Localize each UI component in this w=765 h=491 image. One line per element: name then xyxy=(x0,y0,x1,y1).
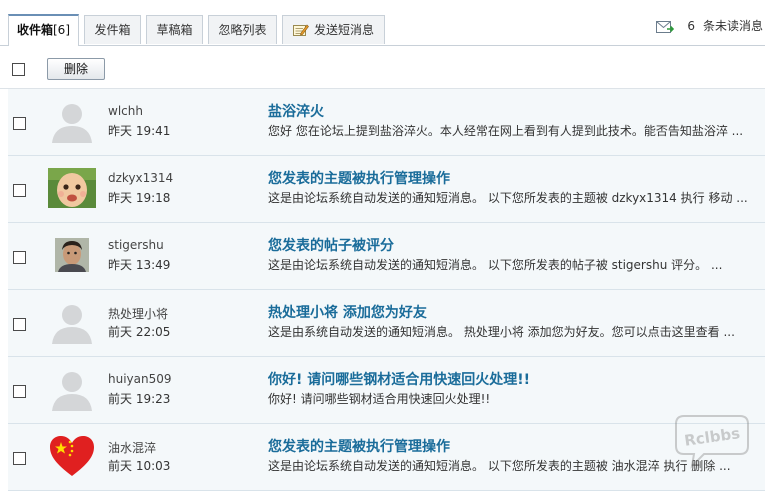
message-preview: 这是由系统自动发送的通知短消息。 热处理小将 添加您为好友。您可以点击这里查看 … xyxy=(268,325,735,339)
person-photo-avatar[interactable] xyxy=(48,233,96,277)
message-subject[interactable]: 您发表的帖子被评分 xyxy=(268,235,394,255)
message-checkbox[interactable] xyxy=(13,184,26,197)
message-checkbox[interactable] xyxy=(13,117,26,130)
tab-inbox-count: [6] xyxy=(53,23,70,37)
tab-drafts[interactable]: 草稿箱 xyxy=(146,15,203,44)
message-subject[interactable]: 你好! 请问哪些钢材适合用快速回火处理!! xyxy=(268,369,530,389)
envelope-icon xyxy=(656,20,675,33)
default-user-icon xyxy=(52,372,92,411)
message-subject[interactable]: 盐浴淬火 xyxy=(268,101,324,121)
message-checkbox[interactable] xyxy=(13,318,26,331)
message-subject[interactable]: 热处理小将 添加您为好友 xyxy=(268,302,427,322)
tab-bar: 收件箱[6] 发件箱 草稿箱 忽略列表 发送短消息 6 条未读消息 xyxy=(0,0,765,46)
svg-text:Rclbbs: Rclbbs xyxy=(683,424,741,450)
message-preview: 您好 您在论坛上提到盐浴淬火。本人经常在网上看到有人提到此技术。能否告知盐浴淬 … xyxy=(268,124,744,138)
message-time: 昨天 13:49 xyxy=(108,258,171,272)
message-row[interactable]: 油水混淬 前天 10:03 您发表的主题被执行管理操作 这是由论坛系统自动发送的… xyxy=(8,424,765,491)
default-user-icon xyxy=(52,305,92,344)
message-preview: 这是由论坛系统自动发送的通知短消息。 以下您所发表的主题被 dzkyx1314 … xyxy=(268,191,748,205)
message-row[interactable]: stigershu 昨天 13:49 您发表的帖子被评分 这是由论坛系统自动发送… xyxy=(8,223,765,290)
message-checkbox[interactable] xyxy=(13,251,26,264)
compose-icon xyxy=(292,24,309,36)
message-row[interactable]: 热处理小将 前天 22:05 热处理小将 添加您为好友 这是由系统自动发送的通知… xyxy=(8,290,765,357)
tab-drafts-label: 草稿箱 xyxy=(156,23,193,37)
sender-name[interactable]: 热处理小将 xyxy=(108,305,168,322)
unread-notice[interactable]: 6 条未读消息 xyxy=(656,16,763,36)
default-user-icon xyxy=(52,104,92,143)
message-list: wlchh 昨天 19:41 盐浴淬火 您好 您在论坛上提到盐浴淬火。本人经常在… xyxy=(8,89,765,491)
tab-ignore-list-label: 忽略列表 xyxy=(218,23,267,37)
message-preview: 你好! 请问哪些钢材适合用快速回火处理!! xyxy=(268,392,491,406)
select-all-checkbox[interactable] xyxy=(12,63,25,76)
default-avatar[interactable] xyxy=(48,300,96,344)
heart-flag-icon xyxy=(50,436,94,476)
default-avatar[interactable] xyxy=(48,367,96,411)
rclbbs-watermark: Rclbbs xyxy=(675,415,749,469)
message-row[interactable]: wlchh 昨天 19:41 盐浴淬火 您好 您在论坛上提到盐浴淬火。本人经常在… xyxy=(8,89,765,156)
tab-inbox-label: 收件箱 xyxy=(16,23,53,37)
message-row[interactable]: dzkyx1314 昨天 19:18 您发表的主题被执行管理操作 这是由论坛系统… xyxy=(8,156,765,223)
sender-name[interactable]: 油水混淬 xyxy=(108,439,156,456)
message-subject[interactable]: 您发表的主题被执行管理操作 xyxy=(268,436,450,456)
message-time: 昨天 19:41 xyxy=(108,124,171,138)
message-time: 前天 22:05 xyxy=(108,325,171,339)
default-avatar[interactable] xyxy=(48,99,96,143)
tab-ignore-list[interactable]: 忽略列表 xyxy=(208,15,277,44)
message-checkbox[interactable] xyxy=(13,385,26,398)
tab-outbox-label: 发件箱 xyxy=(94,23,131,37)
unread-label: 条未读消息 xyxy=(702,19,763,33)
message-preview: 这是由论坛系统自动发送的通知短消息。 以下您所发表的帖子被 stigershu … xyxy=(268,258,723,272)
message-row[interactable]: huiyan509 前天 19:23 你好! 请问哪些钢材适合用快速回火处理!!… xyxy=(8,357,765,424)
message-time: 前天 19:23 xyxy=(108,392,171,406)
tab-outbox[interactable]: 发件箱 xyxy=(84,15,141,44)
sender-name[interactable]: stigershu xyxy=(108,238,164,252)
toolbar: 删除 xyxy=(0,46,765,89)
sender-name[interactable]: huiyan509 xyxy=(108,372,172,386)
tab-inbox[interactable]: 收件箱[6] xyxy=(8,14,79,46)
sender-name[interactable]: dzkyx1314 xyxy=(108,171,173,185)
delete-button[interactable]: 删除 xyxy=(47,58,105,80)
china-flag-heart-avatar[interactable] xyxy=(48,434,96,478)
message-checkbox[interactable] xyxy=(13,452,26,465)
tab-send-message[interactable]: 发送短消息 xyxy=(282,15,385,44)
message-time: 昨天 19:18 xyxy=(108,191,171,205)
baby-photo-avatar[interactable] xyxy=(48,166,96,210)
message-time: 前天 10:03 xyxy=(108,459,171,473)
unread-count: 6 xyxy=(687,19,695,33)
tab-send-message-label: 发送短消息 xyxy=(313,23,374,37)
sender-name[interactable]: wlchh xyxy=(108,104,143,118)
person-photo-icon xyxy=(55,238,89,272)
message-subject[interactable]: 您发表的主题被执行管理操作 xyxy=(268,168,450,188)
baby-photo-icon xyxy=(48,168,96,208)
